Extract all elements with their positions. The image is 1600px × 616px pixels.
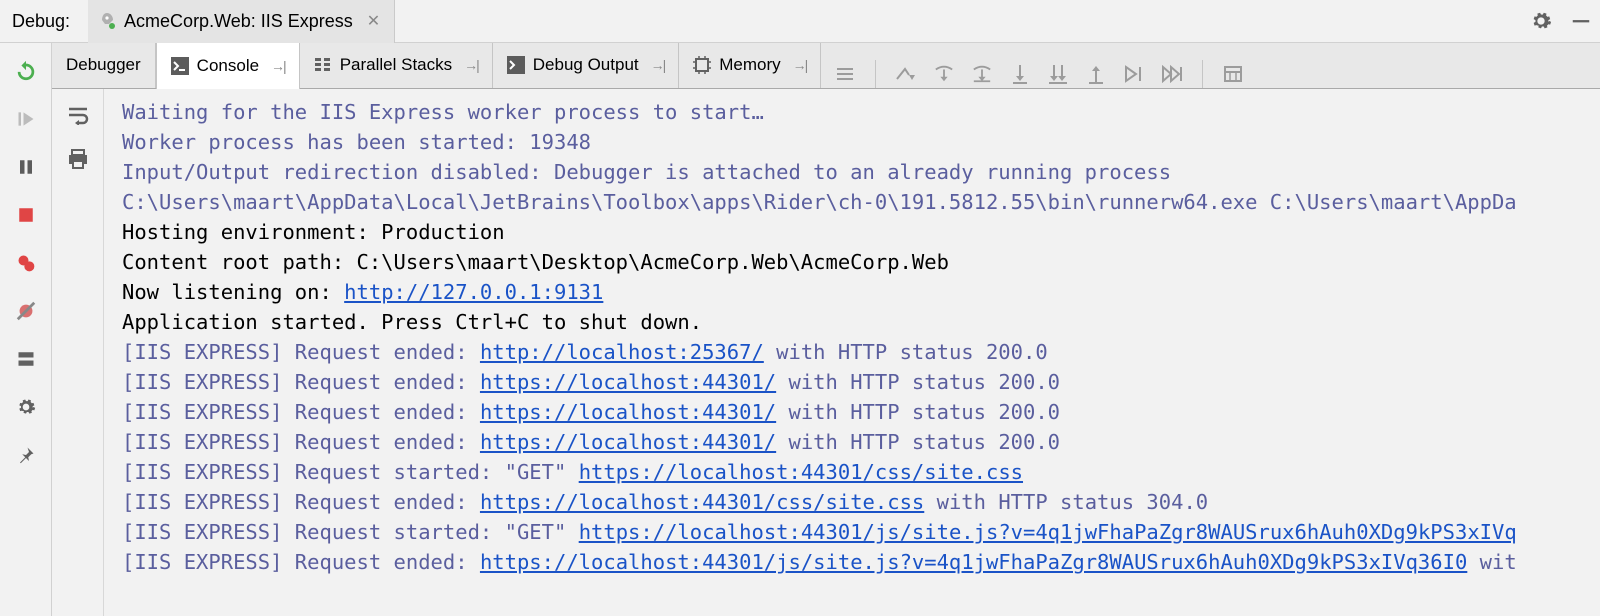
tab-label: Memory [719,55,780,75]
console-line: Application started. Press Ctrl+C to shu… [122,310,702,334]
console-link[interactable]: https://localhost:44301/js/site.js?v=4q1… [480,550,1467,574]
run-to-cursor-icon[interactable] [1122,62,1146,86]
iis-tag: [IIS EXPRESS] [122,430,282,454]
iis-tag: [IIS EXPRESS] [122,460,282,484]
breakpoints-icon[interactable] [14,251,38,275]
run-config-tab[interactable]: AcmeCorp.Web: IIS Express ✕ [88,0,395,43]
console-line: Content root path: C:\Users\maart\Deskto… [122,250,949,274]
tab-label: Debugger [66,55,141,75]
close-icon[interactable]: ✕ [367,11,380,31]
tab-parallel-stacks[interactable]: Parallel Stacks →| [300,43,493,88]
run-config-name: AcmeCorp.Web: IIS Express [124,11,353,32]
soft-wrap-icon[interactable] [66,103,90,127]
iis-tag: [IIS EXPRESS] [122,370,282,394]
step-into-my-icon[interactable] [970,62,994,86]
rocket-icon [98,12,116,30]
show-exec-point-icon[interactable] [833,62,857,86]
console-toolbar [52,89,104,616]
console-line: Hosting environment: Production [122,220,505,244]
pin-right-icon[interactable]: →| [793,57,807,73]
pin-right-icon[interactable]: →| [651,57,665,73]
console-link[interactable]: https://localhost:44301/ [480,400,776,424]
tool-tabs: Debugger Console →| Parallel Stacks →| D… [52,43,1600,89]
console-link[interactable]: http://localhost:25367/ [480,340,764,364]
title-bar: Debug: AcmeCorp.Web: IIS Express ✕ [0,0,1600,43]
tab-label: Parallel Stacks [340,55,452,75]
debug-label: Debug: [8,5,74,38]
stacks-icon [314,56,332,74]
console-link[interactable]: https://localhost:44301/css/site.css [480,490,924,514]
tab-memory[interactable]: Memory →| [679,43,821,88]
gear-icon[interactable] [1530,10,1552,32]
console-line: Waiting for the IIS Express worker proce… [122,100,764,124]
pause-icon[interactable] [14,155,38,179]
console-line: Now listening on: [122,280,344,304]
console-link[interactable]: https://localhost:44301/ [480,370,776,394]
iis-tag: [IIS EXPRESS] [122,490,282,514]
console-icon [171,57,189,75]
step-over-icon[interactable] [894,62,918,86]
console-link[interactable]: http://127.0.0.1:9131 [344,280,603,304]
iis-tag: [IIS EXPRESS] [122,340,282,364]
resume-icon[interactable] [14,107,38,131]
console-output[interactable]: Waiting for the IIS Express worker proce… [104,89,1600,616]
rerun-icon[interactable] [14,59,38,83]
tab-console[interactable]: Console →| [156,43,300,89]
smart-step-into-icon[interactable] [1046,62,1070,86]
memory-icon [693,56,711,74]
step-into-icon[interactable] [932,62,956,86]
mute-breakpoints-icon[interactable] [14,299,38,323]
stop-icon[interactable] [14,203,38,227]
console-line: Worker process has been started: 19348 [122,130,591,154]
step-toolbar [821,60,1257,88]
console-link[interactable]: https://localhost:44301/js/site.js?v=4q1… [579,520,1517,544]
force-run-to-cursor-icon[interactable] [1160,62,1184,86]
step-out-icon[interactable] [1084,62,1108,86]
layout-icon[interactable] [14,347,38,371]
iis-tag: [IIS EXPRESS] [122,550,282,574]
output-icon [507,56,525,74]
force-step-into-icon[interactable] [1008,62,1032,86]
console-link[interactable]: https://localhost:44301/css/site.css [579,460,1023,484]
settings-icon[interactable] [14,395,38,419]
iis-tag: [IIS EXPRESS] [122,400,282,424]
console-line: Input/Output redirection disabled: Debug… [122,160,1171,184]
pin-right-icon[interactable]: →| [271,58,285,74]
console-line: C:\Users\maart\AppData\Local\JetBrains\T… [122,190,1517,214]
tab-debugger[interactable]: Debugger [52,43,156,88]
print-icon[interactable] [66,147,90,171]
iis-tag: [IIS EXPRESS] [122,520,282,544]
tab-label: Console [197,56,259,76]
pin-icon[interactable] [14,443,38,467]
pin-right-icon[interactable]: →| [464,57,478,73]
minimize-icon[interactable] [1570,10,1592,32]
tab-label: Debug Output [533,55,639,75]
tab-debug-output[interactable]: Debug Output →| [493,43,680,88]
evaluate-icon[interactable] [1221,62,1245,86]
console-link[interactable]: https://localhost:44301/ [480,430,776,454]
debug-toolbar [0,43,52,616]
